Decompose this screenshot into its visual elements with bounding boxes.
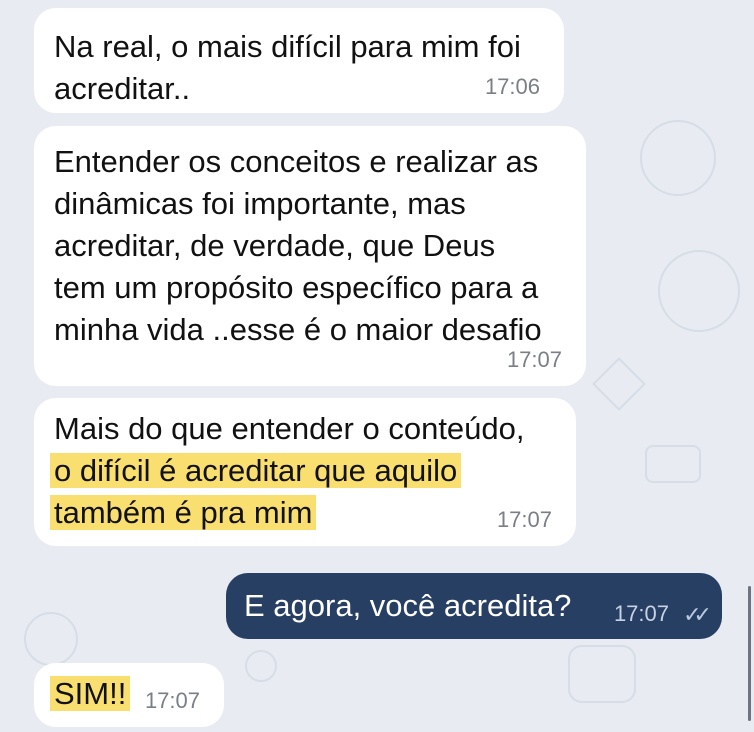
- scrollbar[interactable]: [748, 586, 751, 721]
- incoming-message-2[interactable]: Entender os conceitos e realizar as dinâ…: [34, 126, 586, 386]
- background-doodle-star: [592, 357, 646, 411]
- message-time: 17:07: [144, 688, 200, 713]
- message-time: 17:06: [484, 74, 540, 99]
- incoming-message-3[interactable]: Mais do que entender o conteúdo, o difíc…: [34, 398, 576, 546]
- background-doodle-rect: [645, 445, 701, 483]
- message-time-status: 17:07 ✓✓: [613, 600, 712, 627]
- outgoing-message-4[interactable]: E agora, você acredita? 17:07 ✓✓: [226, 573, 722, 639]
- incoming-message-5[interactable]: SIM!! 17:07: [34, 663, 224, 727]
- double-check-icon: ✓✓: [683, 602, 712, 627]
- background-doodle-ball: [658, 250, 740, 332]
- message-text: Na real, o mais difícil para mim foi acr…: [54, 29, 521, 106]
- background-doodle-ring-small: [245, 650, 277, 682]
- background-doodle-ring: [24, 612, 78, 666]
- incoming-message-1[interactable]: Na real, o mais difícil para mim foi acr…: [34, 8, 564, 113]
- background-doodle-circle: [640, 120, 716, 196]
- highlight-span: também é pra mim: [50, 495, 317, 530]
- message-time: 17:07: [496, 507, 552, 532]
- background-doodle-box: [568, 645, 636, 703]
- highlight-span: o difícil é acreditar que aquilo: [50, 453, 462, 488]
- message-text-line: Mais do que entender o conteúdo,: [54, 411, 525, 446]
- message-time: 17:07: [506, 347, 562, 372]
- message-text: Entender os conceitos e realizar as dinâ…: [54, 144, 542, 347]
- highlighted-text-line: o difícil é acreditar que aquilo: [50, 450, 552, 492]
- highlighted-text-line: também é pra mim: [50, 492, 552, 534]
- highlight-span: SIM!!: [50, 676, 131, 711]
- message-time: 17:07: [613, 600, 669, 626]
